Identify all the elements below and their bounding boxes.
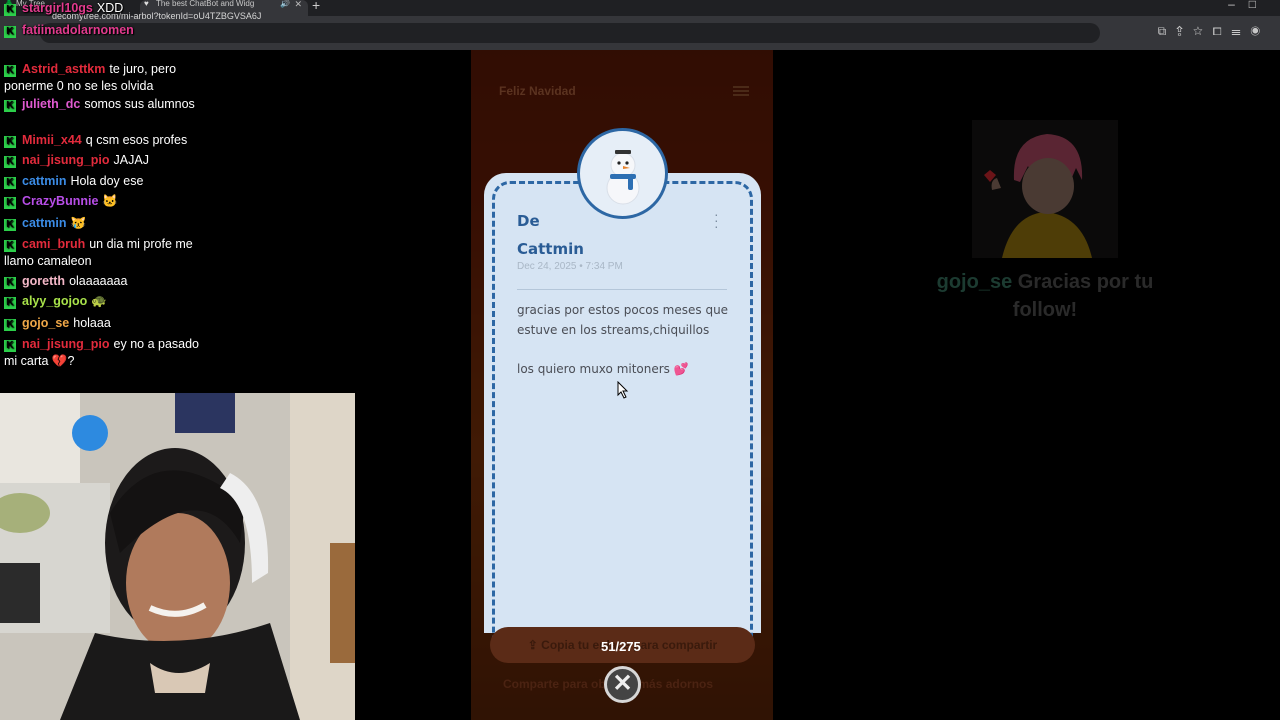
chat-username[interactable]: cattmin <box>22 174 66 188</box>
chat-text: Hola doy ese <box>70 174 144 188</box>
mouse-cursor-icon <box>617 381 629 399</box>
chat-message: Kgoretth olaaaaaaa <box>4 273 214 290</box>
kick-badge-icon: K <box>4 297 16 309</box>
close-letter-button[interactable]: ✕ <box>604 666 641 703</box>
chat-message: Kstargirl10gs XDD <box>4 0 214 17</box>
anime-character-icon <box>972 120 1118 258</box>
chat-username[interactable]: Mimii_x44 <box>22 133 82 147</box>
chat-message: Kcami_bruh un dia mi profe me llamo camal… <box>4 236 214 270</box>
chat-username[interactable]: CrazyBunnie <box>22 194 98 208</box>
chat-text: 😿 <box>70 216 87 230</box>
chat-text: olaaaaaaa <box>69 274 128 288</box>
chat-username[interactable]: cami_bruh <box>22 237 85 251</box>
chat-message: Knai_jisung_pio ey no a pasado mi carta 💔… <box>4 336 214 370</box>
more-options-icon[interactable]: · · · <box>714 207 719 233</box>
chat-username[interactable]: alyy_gojoo <box>22 294 87 308</box>
kick-badge-icon: K <box>4 219 16 231</box>
follow-alert-message: Gracias por tu follow! <box>1012 271 1154 321</box>
chat-message: Kjulieth_dc somos sus alumnos <box>4 96 214 113</box>
kick-badge-icon: K <box>4 319 16 331</box>
letter-divider <box>517 289 727 290</box>
hamburger-menu-icon[interactable] <box>733 86 749 96</box>
chat-username[interactable]: gojo_se <box>22 316 69 330</box>
kick-badge-icon: K <box>4 100 16 112</box>
share-icon: ⇪ <box>527 638 542 652</box>
kick-badge-icon: K <box>4 340 16 352</box>
chat-username[interactable]: Astrid_asttkm <box>22 62 105 76</box>
snowman-icon <box>606 150 640 205</box>
kick-badge-icon: K <box>4 26 16 38</box>
kick-badge-icon: K <box>4 277 16 289</box>
chat-username[interactable]: fatiimadolarnomen <box>22 23 134 37</box>
chat-message: K Mimii_x44 q csm esos profes <box>4 132 214 149</box>
app-title: Feliz Navidad <box>499 84 576 98</box>
follow-alert-username: gojo_se <box>936 271 1013 293</box>
kick-badge-icon: K <box>4 156 16 168</box>
chat-text: 🐢 <box>91 294 107 308</box>
streamer-webcam-image <box>0 393 355 720</box>
anime-avatar-illustration <box>972 120 1118 258</box>
letter-counter: 51/275 <box>601 639 641 654</box>
stream-chat-overlay: Kstargirl10gs XDD Kfatiimadolarnomen K Astri… <box>0 0 360 380</box>
chat-username[interactable]: stargirl10gs <box>22 1 93 15</box>
chat-message: Kalyy_gojoo 🐢 <box>4 293 214 310</box>
letter-sender-name: Cattmin <box>517 240 584 258</box>
chat-text: JAJAJ <box>113 153 149 167</box>
letter-date: Dec 24, 2025 • 7:34 PM <box>517 261 623 272</box>
chat-text: 🐱 <box>102 194 118 208</box>
kick-badge-icon: K <box>4 177 16 189</box>
chat-message: Knai_jisung_pio JAJAJ <box>4 152 214 169</box>
snowman-avatar <box>577 128 668 219</box>
follow-alert-text: gojo_se Gracias por tu follow! <box>905 268 1185 324</box>
kick-badge-icon: K <box>4 136 16 148</box>
window-controls[interactable]: –□ <box>1228 0 1270 11</box>
letter-body: gracias por estos pocos meses que estuve… <box>517 303 729 376</box>
chat-message: K Astrid_asttkm te juro, pero ponerme 0 no… <box>4 61 214 95</box>
chat-message: Kgojo_se holaaa <box>4 315 214 332</box>
chat-message: K CrazyBunnie 🐱 <box>4 193 214 210</box>
chat-text: q csm esos profes <box>85 133 188 147</box>
kick-badge-icon: K <box>4 197 16 209</box>
chat-message: Kfatiimadolarnomen <box>4 22 214 39</box>
letter-from-label: De <box>517 212 540 230</box>
webcam-feed <box>0 393 355 720</box>
kick-badge-icon: K <box>4 65 16 77</box>
chat-username[interactable]: julieth_dc <box>22 97 80 111</box>
browser-toolbar-icons[interactable]: ⧉⇪☆⧠☰◉ <box>1158 24 1270 39</box>
chat-username[interactable]: goretth <box>22 274 65 288</box>
chat-text: holaaa <box>73 316 111 330</box>
chat-text: somos sus alumnos <box>84 97 195 111</box>
chat-text: XDD <box>96 1 124 15</box>
chat-username[interactable]: nai_jisung_pio <box>22 337 110 351</box>
chat-message: Kcattmin 😿 <box>4 215 214 232</box>
close-icon: ✕ <box>612 670 633 697</box>
chat-username[interactable]: cattmin <box>22 216 66 230</box>
kick-badge-icon: K <box>4 4 16 16</box>
chat-message: Kcattmin Hola doy ese <box>4 173 214 190</box>
chat-username[interactable]: nai_jisung_pio <box>22 153 110 167</box>
kick-badge-icon: K <box>4 240 16 252</box>
